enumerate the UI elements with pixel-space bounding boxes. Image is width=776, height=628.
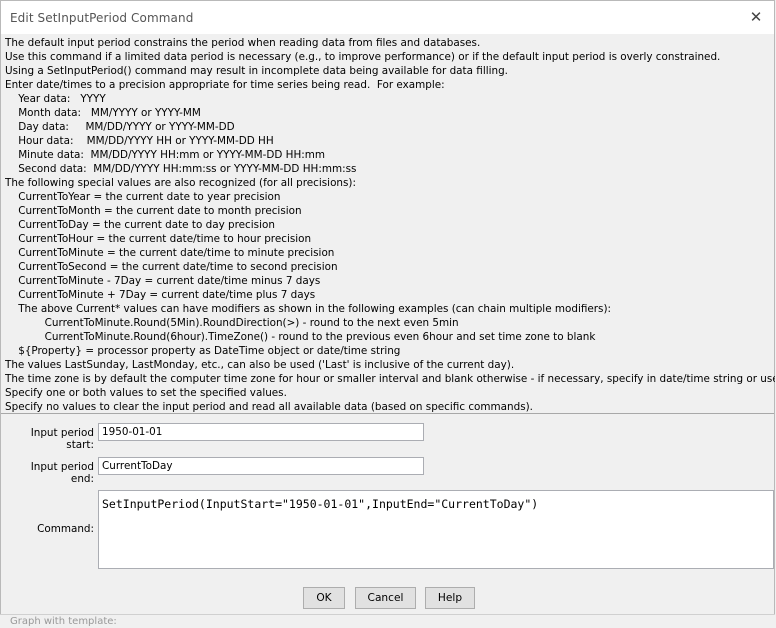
background-label: Graph with template: [10,616,117,627]
description-line: Specify no values to clear the input per… [5,401,533,413]
description-line: Hour data: MM/DD/YYYY HH or YYYY-MM-DD H… [5,135,274,147]
description-line: The following special values are also re… [5,177,356,189]
command-textarea[interactable]: SetInputPeriod(InputStart="1950-01-01",I… [98,490,774,569]
description-line: Year data: YYYY [5,93,106,105]
description-line: Minute data: MM/DD/YYYY HH:mm or YYYY-MM… [5,149,326,161]
description-line: CurrentToMinute = the current date/time … [5,247,335,259]
description-line: Second data: MM/DD/YYYY HH:mm:ss or YYYY… [5,163,357,175]
description-line: The above Current* values can have modif… [5,303,612,315]
description-line: CurrentToMinute.Round(6hour).TimeZone() … [5,331,596,343]
description-line: Enter date/times to a precision appropri… [5,79,445,91]
description-line: Specify one or both values to set the sp… [5,387,287,399]
description-line: Using a SetInputPeriod() command may res… [5,65,508,77]
input-end-field[interactable]: CurrentToDay [98,457,424,475]
command-label: Command: [37,523,94,535]
cancel-button[interactable]: Cancel [355,587,416,609]
description-line: CurrentToHour = the current date/time to… [5,233,312,245]
description-line: ${Property} = processor property as Date… [5,345,401,357]
description-line: The values LastSunday, LastMonday, etc.,… [5,359,515,371]
background-app-strip: Graph with template: [0,614,775,628]
dialog-title: Edit SetInputPeriod Command [10,11,194,25]
description-line: The default input period constrains the … [5,37,481,49]
description-line: The time zone is by default the computer… [5,373,775,385]
dialog-window: Edit SetInputPeriod Command ✕ The defaul… [0,0,775,626]
description-text: The default input period constrains the … [5,36,775,414]
description-line: CurrentToSecond = the current date/time … [5,261,338,273]
help-button[interactable]: Help [425,587,475,609]
divider [1,413,774,414]
input-end-label: Input period end: [30,461,94,485]
description-line: CurrentToMinute.Round(5Min).RoundDirecti… [5,317,459,329]
description-line: CurrentToMonth = the current date to mon… [5,205,302,217]
input-start-field[interactable]: 1950-01-01 [98,423,424,441]
description-line: CurrentToDay = the current date to day p… [5,219,275,231]
description-line: CurrentToYear = the current date to year… [5,191,281,203]
title-bar[interactable]: Edit SetInputPeriod Command ✕ [1,1,774,34]
description-line: CurrentToMinute - 7Day = current date/ti… [5,275,321,287]
description-line: Use this command if a limited data perio… [5,51,721,63]
description-line: Month data: MM/YYYY or YYYY-MM [5,107,201,119]
close-icon[interactable]: ✕ [744,5,768,29]
ok-button[interactable]: OK [303,587,345,609]
input-start-label: Input period start: [30,427,94,451]
description-line: CurrentToMinute + 7Day = current date/ti… [5,289,316,301]
description-line: Day data: MM/DD/YYYY or YYYY-MM-DD [5,121,235,133]
